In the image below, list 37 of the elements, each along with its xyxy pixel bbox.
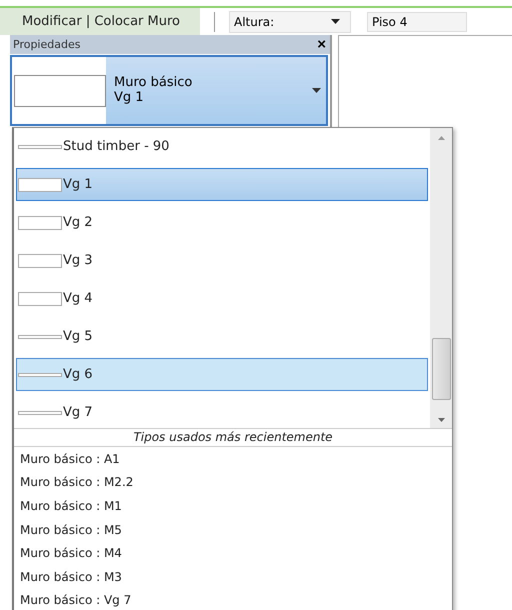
wall-swatch-icon [18,216,62,230]
wall-swatch-icon [18,292,62,306]
recent-type-item[interactable]: Muro básico : M3 [14,564,452,589]
caret-icon [312,88,321,93]
height-dropdown[interactable]: Altura: [228,10,351,32]
type-selector[interactable]: Muro básico Vg 1 [10,55,328,126]
wall-preview-icon [12,57,106,124]
panel-title: Propiedades [13,38,80,51]
caret-icon [330,19,340,24]
recent-type-item[interactable]: Muro básico : A1 [14,447,452,471]
wall-swatch-icon [18,254,62,268]
scrollbar[interactable] [430,128,452,428]
close-button[interactable]: × [317,37,326,52]
recent-type-item[interactable]: Muro básico : M1 [14,494,452,518]
context-label: Modificar | Colocar Muro [0,8,200,35]
type-item[interactable]: Vg 4 [16,282,428,315]
recent-type-item[interactable]: Muro básico : Vg 7 [14,588,452,610]
level-field[interactable]: Piso 4 [366,12,467,32]
type-item[interactable]: Stud timber - 90 [16,130,428,163]
type-item[interactable]: Vg 1 [16,168,428,201]
scroll-down-icon[interactable] [438,418,444,422]
scroll-thumb[interactable] [432,338,450,400]
wall-swatch-icon [18,410,62,414]
recent-type-item[interactable]: Muro básico : M5 [14,518,452,542]
type-item[interactable]: Vg 3 [16,244,428,277]
recent-type-item[interactable]: Muro básico : M4 [14,541,452,565]
recent-type-item[interactable]: Muro básico : M2.2 [14,470,452,494]
type-item[interactable]: Vg 6 [16,358,428,391]
type-item[interactable]: Vg 7 [16,396,428,429]
recent-header: Tipos usados más recientemente [14,429,452,447]
type-item[interactable]: Vg 2 [16,206,428,239]
wall-swatch-icon [18,334,62,338]
wall-swatch-icon [18,372,62,376]
wall-swatch-icon [18,144,62,148]
type-item[interactable]: Vg 5 [16,320,428,353]
wall-swatch-icon [18,178,62,192]
scroll-up-icon[interactable] [438,136,444,140]
